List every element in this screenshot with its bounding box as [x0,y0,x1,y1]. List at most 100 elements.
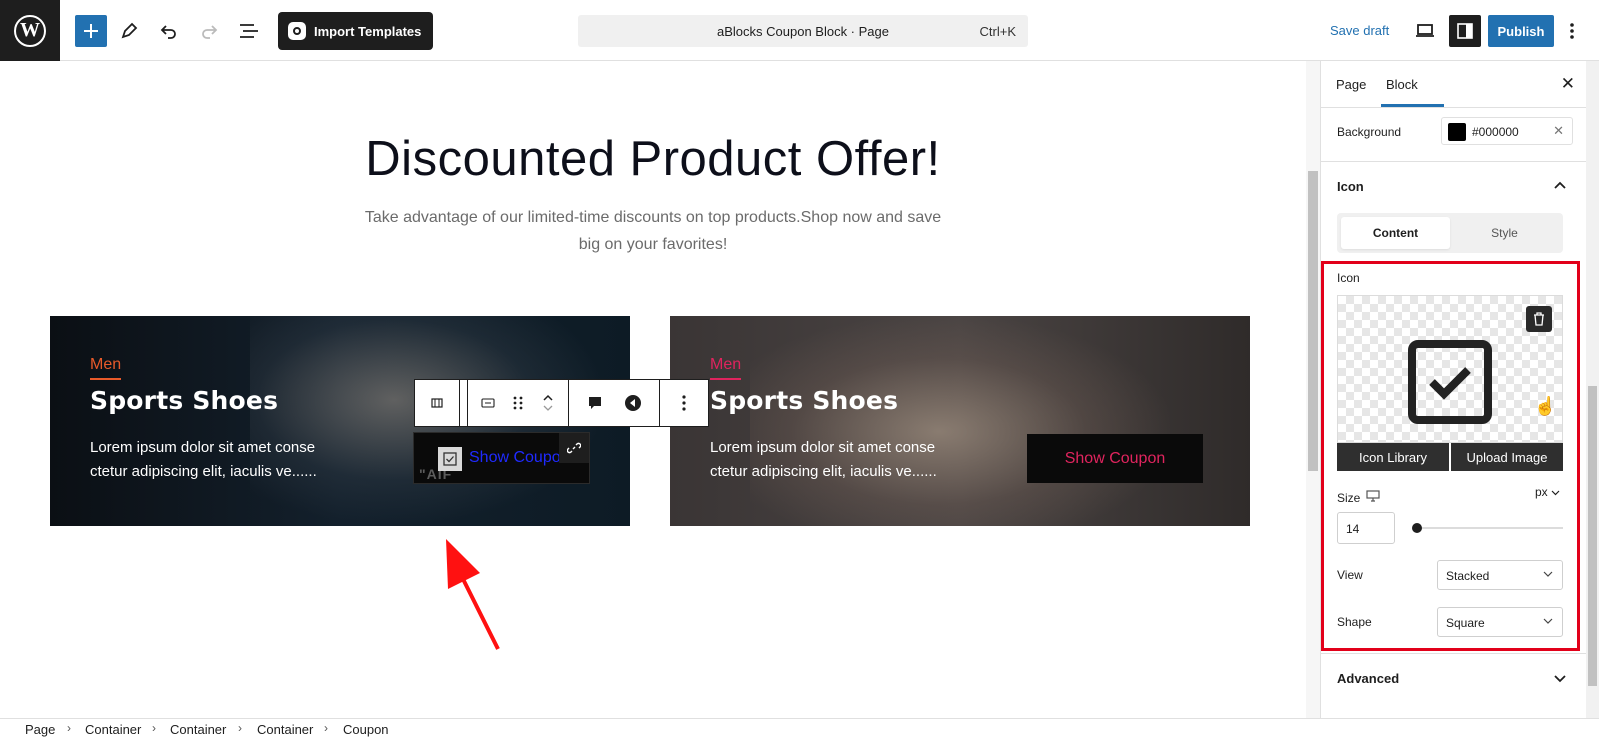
select-parent-icon[interactable] [425,391,449,415]
size-control-label: Size [1337,490,1380,505]
import-templates-label: Import Templates [314,23,422,39]
chevron-right-icon: › [67,721,71,735]
size-slider[interactable] [1412,523,1563,533]
coupon-card[interactable]: Men Sports Shoes Lorem ipsum dolor sit a… [670,316,1250,526]
import-templates-button[interactable]: Import Templates [278,12,434,50]
background-color-picker[interactable]: #000000 ✕ [1441,117,1573,145]
settings-sidebar: Page Block ✕ Background #000000 ✕ Icon C… [1320,61,1586,718]
breadcrumb-item[interactable]: Coupon [343,722,389,737]
tab-block[interactable]: Block [1386,77,1418,92]
sidebar-scrollbar[interactable] [1586,61,1599,718]
toolbar-group-block [468,380,569,426]
icon-preview[interactable]: ☝ [1337,295,1563,443]
undo-icon[interactable] [153,14,185,48]
list-view-icon[interactable] [233,14,265,48]
breadcrumb-item[interactable]: Container [257,722,313,737]
editor-app: W Import Templates aBlocks Coupon Block … [0,0,1599,739]
close-icon[interactable]: ✕ [1561,74,1575,94]
desktop-device-icon[interactable] [1366,490,1380,505]
card-category: Men [710,356,742,380]
more-vertical-icon[interactable] [1560,14,1584,48]
comment-icon[interactable] [583,391,607,415]
ai-assistant-icon[interactable] [621,391,645,415]
view-select[interactable]: Stacked [1437,560,1563,590]
page-heading[interactable]: Discounted Product Offer! [0,131,1306,187]
checkbox-icon [438,447,462,471]
icon-field-label: Icon [1337,271,1360,285]
templates-logo-icon [288,22,306,40]
icon-panel-title[interactable]: Icon [1337,179,1364,194]
card-title: Sports Shoes [90,386,279,415]
view-label: View [1337,568,1363,582]
desktop-view-icon[interactable] [1409,14,1441,48]
document-title: aBlocks Coupon Block · Page [717,24,889,39]
options-icon[interactable] [672,391,696,415]
size-unit-select[interactable]: px [1535,485,1560,499]
slider-knob[interactable] [1412,523,1422,533]
breadcrumb-item[interactable]: Page [25,722,55,737]
document-title-bar[interactable]: aBlocks Coupon Block · Page Ctrl+K [578,15,1028,47]
toolbar-group-parent [415,380,460,426]
tab-content[interactable]: Content [1341,217,1450,249]
pen-icon[interactable] [113,14,145,48]
chevron-down-icon [1543,568,1553,580]
sidebar-toggle-icon[interactable] [1449,15,1481,47]
color-swatch[interactable] [1448,123,1466,141]
drag-handle-icon[interactable] [506,391,530,415]
trash-icon[interactable] [1526,306,1552,332]
block-toolbar [414,379,709,427]
card-category: Men [90,356,122,380]
selected-coupon-button[interactable]: "AIF Show Coupon [413,432,590,484]
breadcrumb-item[interactable]: Container [170,722,226,737]
icon-library-button[interactable]: Icon Library [1337,443,1449,471]
card-title: Sports Shoes [710,386,899,415]
command-shortcut: Ctrl+K [979,24,1016,39]
save-draft-button[interactable]: Save draft [1330,23,1389,38]
size-label: Size [1337,490,1361,505]
add-block-button[interactable] [75,15,107,47]
link-icon[interactable] [559,433,589,463]
size-unit: px [1535,485,1548,499]
chevron-right-icon: › [324,721,328,735]
redo-icon[interactable] [193,14,225,48]
divider [1321,161,1586,162]
chevron-up-icon[interactable] [1554,177,1566,192]
chevron-down-icon[interactable] [1554,671,1566,686]
shape-label: Shape [1337,615,1372,629]
shape-select[interactable]: Square [1437,607,1563,637]
view-value: Stacked [1446,569,1490,583]
show-coupon-button[interactable]: Show Coupon [1027,434,1203,483]
clear-color-icon[interactable]: ✕ [1553,123,1564,139]
upload-image-button[interactable]: Upload Image [1451,443,1563,471]
shoe-image [750,316,1170,526]
chevron-right-icon: › [152,721,156,735]
wordpress-logo-icon[interactable]: W [0,0,60,61]
move-up-down-icon[interactable] [536,391,560,415]
tab-style[interactable]: Style [1450,217,1559,249]
toolbar-group-options [660,380,708,426]
coupon-block-icon[interactable] [476,391,500,415]
show-coupon-label[interactable]: Show Coupon [469,449,570,467]
card-description: Lorem ipsum dolor sit amet conse ctetur … [710,439,937,480]
toolbar-spacer [460,380,468,426]
cursor-hand-icon: ☝ [1534,396,1557,416]
sidebar-tabs: Page Block ✕ [1321,61,1586,108]
active-tab-indicator [1381,104,1444,107]
annotation-arrow-icon [440,537,510,662]
icon-source-buttons: Icon Library Upload Image [1337,443,1563,471]
divider [1321,653,1586,654]
card-description: Lorem ipsum dolor sit amet conse ctetur … [90,439,317,480]
advanced-panel-title[interactable]: Advanced [1337,671,1399,686]
breadcrumb-item[interactable]: Container [85,722,141,737]
canvas-scrollbar[interactable] [1306,61,1320,718]
page-subtext[interactable]: Take advantage of our limited-time disco… [355,204,951,258]
checkbox-icon [1408,340,1492,424]
top-toolbar: W Import Templates aBlocks Coupon Block … [0,0,1599,61]
background-control: Background #000000 ✕ [1337,117,1573,151]
publish-button[interactable]: Publish [1488,15,1554,47]
size-input[interactable]: 14 [1337,512,1395,544]
toolbar-group-actions [569,380,660,426]
editor-canvas: Discounted Product Offer! Take advantage… [0,61,1306,718]
shape-value: Square [1446,616,1485,630]
tab-page[interactable]: Page [1336,77,1366,92]
